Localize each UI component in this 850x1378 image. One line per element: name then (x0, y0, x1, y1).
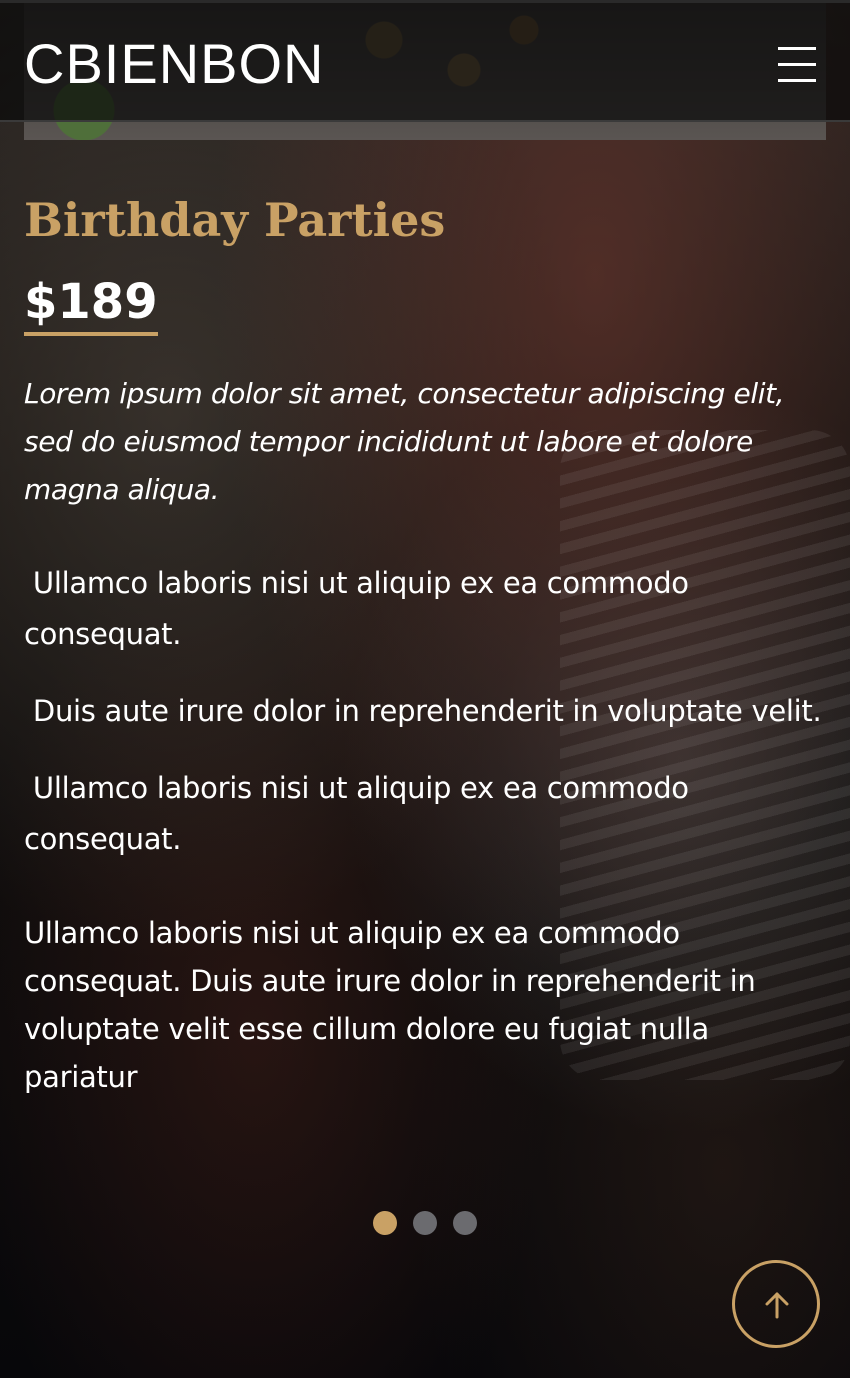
carousel-pagination (373, 1211, 477, 1235)
price-value: $189 (24, 274, 158, 330)
slide-title: Birthday Parties (24, 193, 446, 247)
feature-item: Duis aute irure dolor in reprehenderit i… (24, 694, 822, 728)
site-logo[interactable]: CBIENBON (24, 33, 325, 95)
carousel-dot-1[interactable] (373, 1211, 397, 1235)
price-block: $189 (24, 276, 158, 336)
slide-intro: Lorem ipsum dolor sit amet, consectetur … (24, 377, 785, 506)
feature-item: Ullamco laboris nisi ut aliquip ex ea co… (24, 566, 698, 651)
feature-item: Ullamco laboris nisi ut aliquip ex ea co… (24, 771, 698, 856)
hamburger-menu-icon[interactable] (776, 45, 820, 85)
feature-list: Ullamco laboris nisi ut aliquip ex ea co… (24, 558, 824, 865)
page: CBIENBON Birthday Parties $189 Lorem ips… (0, 0, 850, 1378)
carousel-dot-3[interactable] (453, 1211, 477, 1235)
scroll-to-top-button[interactable] (732, 1260, 820, 1348)
carousel-dot-2[interactable] (413, 1211, 437, 1235)
slide-content: Birthday Parties $189 Lorem ipsum dolor … (24, 188, 824, 1101)
slide-body-text: Ullamco laboris nisi ut aliquip ex ea co… (24, 916, 756, 1094)
arrow-up-icon (765, 1292, 789, 1319)
site-header: CBIENBON (0, 0, 850, 122)
